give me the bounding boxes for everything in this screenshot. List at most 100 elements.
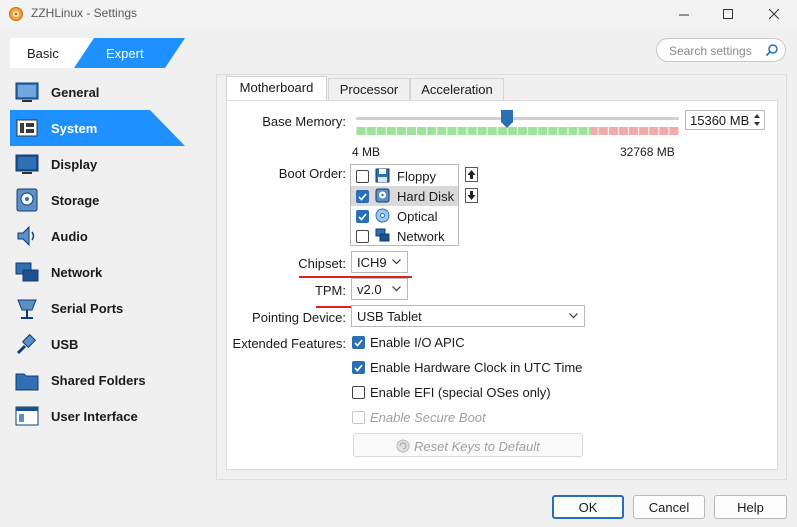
minimize-icon	[678, 14, 689, 15]
minimize-button[interactable]	[661, 0, 707, 28]
search-icon	[765, 44, 778, 57]
network-checkbox[interactable]	[356, 230, 369, 243]
efi-checkbox[interactable]	[352, 386, 365, 399]
chevron-down-icon	[392, 259, 401, 265]
audio-icon	[17, 225, 35, 247]
sidebar-item-network[interactable]: Network	[10, 254, 185, 290]
memory-slider[interactable]	[356, 110, 679, 138]
utc-clock-label[interactable]: Enable Hardware Clock in UTC Time	[370, 360, 582, 375]
network-icon	[15, 262, 39, 282]
sidebar-item-shared-folders[interactable]: Shared Folders	[10, 362, 185, 398]
sidebar-item-label: System	[51, 121, 98, 136]
sidebar-item-system[interactable]: System	[10, 110, 185, 146]
sidebar-item-label: Network	[51, 265, 103, 280]
shared-folders-icon	[15, 373, 39, 391]
boot-item-hard-disk[interactable]: Hard Disk	[351, 186, 458, 206]
optical-icon	[375, 208, 390, 223]
memory-max-label: 32768 MB	[620, 145, 675, 159]
tpm-value: v2.0	[357, 282, 382, 297]
tab-acceleration[interactable]: Acceleration	[410, 78, 504, 100]
checkmark-icon	[358, 213, 367, 221]
optical-checkbox[interactable]	[356, 210, 369, 223]
boot-order-list[interactable]: Floppy Hard Disk Optical Network	[350, 164, 459, 246]
boot-order-label: Boot Order:	[278, 166, 346, 181]
close-button[interactable]	[751, 0, 797, 28]
display-icon	[15, 154, 39, 174]
sidebar-item-usb[interactable]: USB	[10, 326, 185, 362]
sidebar-item-label: Shared Folders	[51, 373, 146, 388]
mode-switch: Basic Expert	[10, 38, 185, 68]
boot-item-label: Floppy	[397, 169, 437, 184]
secure-boot-checkbox	[352, 411, 365, 424]
storage-icon	[16, 188, 38, 212]
sidebar-item-label: Storage	[51, 193, 100, 208]
io-apic-checkbox[interactable]	[352, 336, 365, 349]
system-icon	[16, 119, 38, 137]
sidebar-item-label: USB	[51, 337, 79, 352]
slider-ticks	[356, 127, 679, 135]
pointing-device-value: USB Tablet	[357, 309, 422, 324]
checkmark-icon	[354, 364, 363, 372]
chipset-select[interactable]: ICH9	[351, 251, 408, 273]
reset-keys-button: Reset Keys to Default	[353, 433, 583, 457]
pointing-device-select[interactable]: USB Tablet	[351, 305, 585, 327]
io-apic-label[interactable]: Enable I/O APIC	[370, 335, 465, 350]
base-memory-label: Base Memory:	[262, 114, 346, 129]
title-bar: ZZHLinux - Settings	[0, 0, 797, 28]
help-button[interactable]: Help	[714, 495, 787, 519]
sidebar-item-storage[interactable]: Storage	[10, 182, 185, 218]
close-icon	[768, 8, 779, 19]
move-up-button[interactable]	[465, 167, 478, 182]
boot-item-label: Optical	[397, 209, 438, 224]
network-icon	[375, 228, 390, 242]
extended-features-label: Extended Features:	[232, 336, 346, 351]
hard-disk-checkbox[interactable]	[356, 190, 369, 203]
window-title: ZZHLinux - Settings	[31, 6, 138, 20]
move-down-button[interactable]	[465, 188, 478, 203]
maximize-button[interactable]	[705, 0, 751, 28]
checkmark-icon	[358, 193, 367, 201]
pointing-device-label: Pointing Device:	[252, 310, 346, 325]
boot-item-network[interactable]: Network	[351, 226, 458, 246]
maximize-icon	[722, 8, 733, 19]
arrow-down-icon	[467, 191, 476, 200]
floppy-icon	[375, 168, 390, 183]
tab-motherboard[interactable]: Motherboard	[226, 76, 327, 101]
boot-item-optical[interactable]: Optical	[351, 206, 458, 226]
virtualbox-app-icon	[9, 7, 23, 21]
usb-icon	[16, 333, 37, 355]
secure-boot-label: Enable Secure Boot	[370, 410, 486, 425]
floppy-checkbox[interactable]	[356, 170, 369, 183]
sidebar-item-user-interface[interactable]: User Interface	[10, 398, 185, 434]
sidebar-item-label: Display	[51, 157, 98, 172]
tpm-select[interactable]: v2.0	[351, 278, 408, 300]
basic-mode-tab[interactable]: Basic	[27, 46, 59, 61]
boot-item-floppy[interactable]: Floppy	[351, 166, 458, 186]
efi-label[interactable]: Enable EFI (special OSes only)	[370, 385, 551, 400]
memory-spinbox[interactable]: 15360 MB	[685, 110, 765, 130]
sidebar-item-label: General	[51, 85, 100, 100]
checkmark-icon	[354, 339, 363, 347]
sidebar-item-general[interactable]: General	[10, 74, 185, 110]
serial-ports-icon	[17, 299, 37, 319]
reset-keys-icon	[396, 439, 410, 453]
slider-handle[interactable]	[501, 110, 514, 128]
search-input[interactable]: Search settings	[656, 38, 786, 62]
user-interface-icon	[15, 406, 39, 426]
sidebar-item-serial-ports[interactable]: Serial Ports	[10, 290, 185, 326]
hard-disk-icon	[375, 188, 390, 203]
sidebar-item-label: Serial Ports	[51, 301, 124, 316]
expert-mode-tab[interactable]: Expert	[106, 46, 144, 61]
ok-button[interactable]: OK	[552, 495, 624, 519]
tab-processor[interactable]: Processor	[328, 78, 410, 100]
sidebar-item-audio[interactable]: Audio	[10, 218, 185, 254]
sidebar-item-display[interactable]: Display	[10, 146, 185, 182]
utc-clock-checkbox[interactable]	[352, 361, 365, 374]
slider-groove	[356, 117, 679, 120]
memory-value: 15360 MB	[690, 113, 750, 128]
arrow-up-icon	[467, 170, 476, 179]
sidebar-item-label: Audio	[51, 229, 88, 244]
cancel-button[interactable]: Cancel	[633, 495, 705, 519]
chipset-label: Chipset:	[298, 256, 346, 271]
chipset-value: ICH9	[357, 255, 387, 270]
